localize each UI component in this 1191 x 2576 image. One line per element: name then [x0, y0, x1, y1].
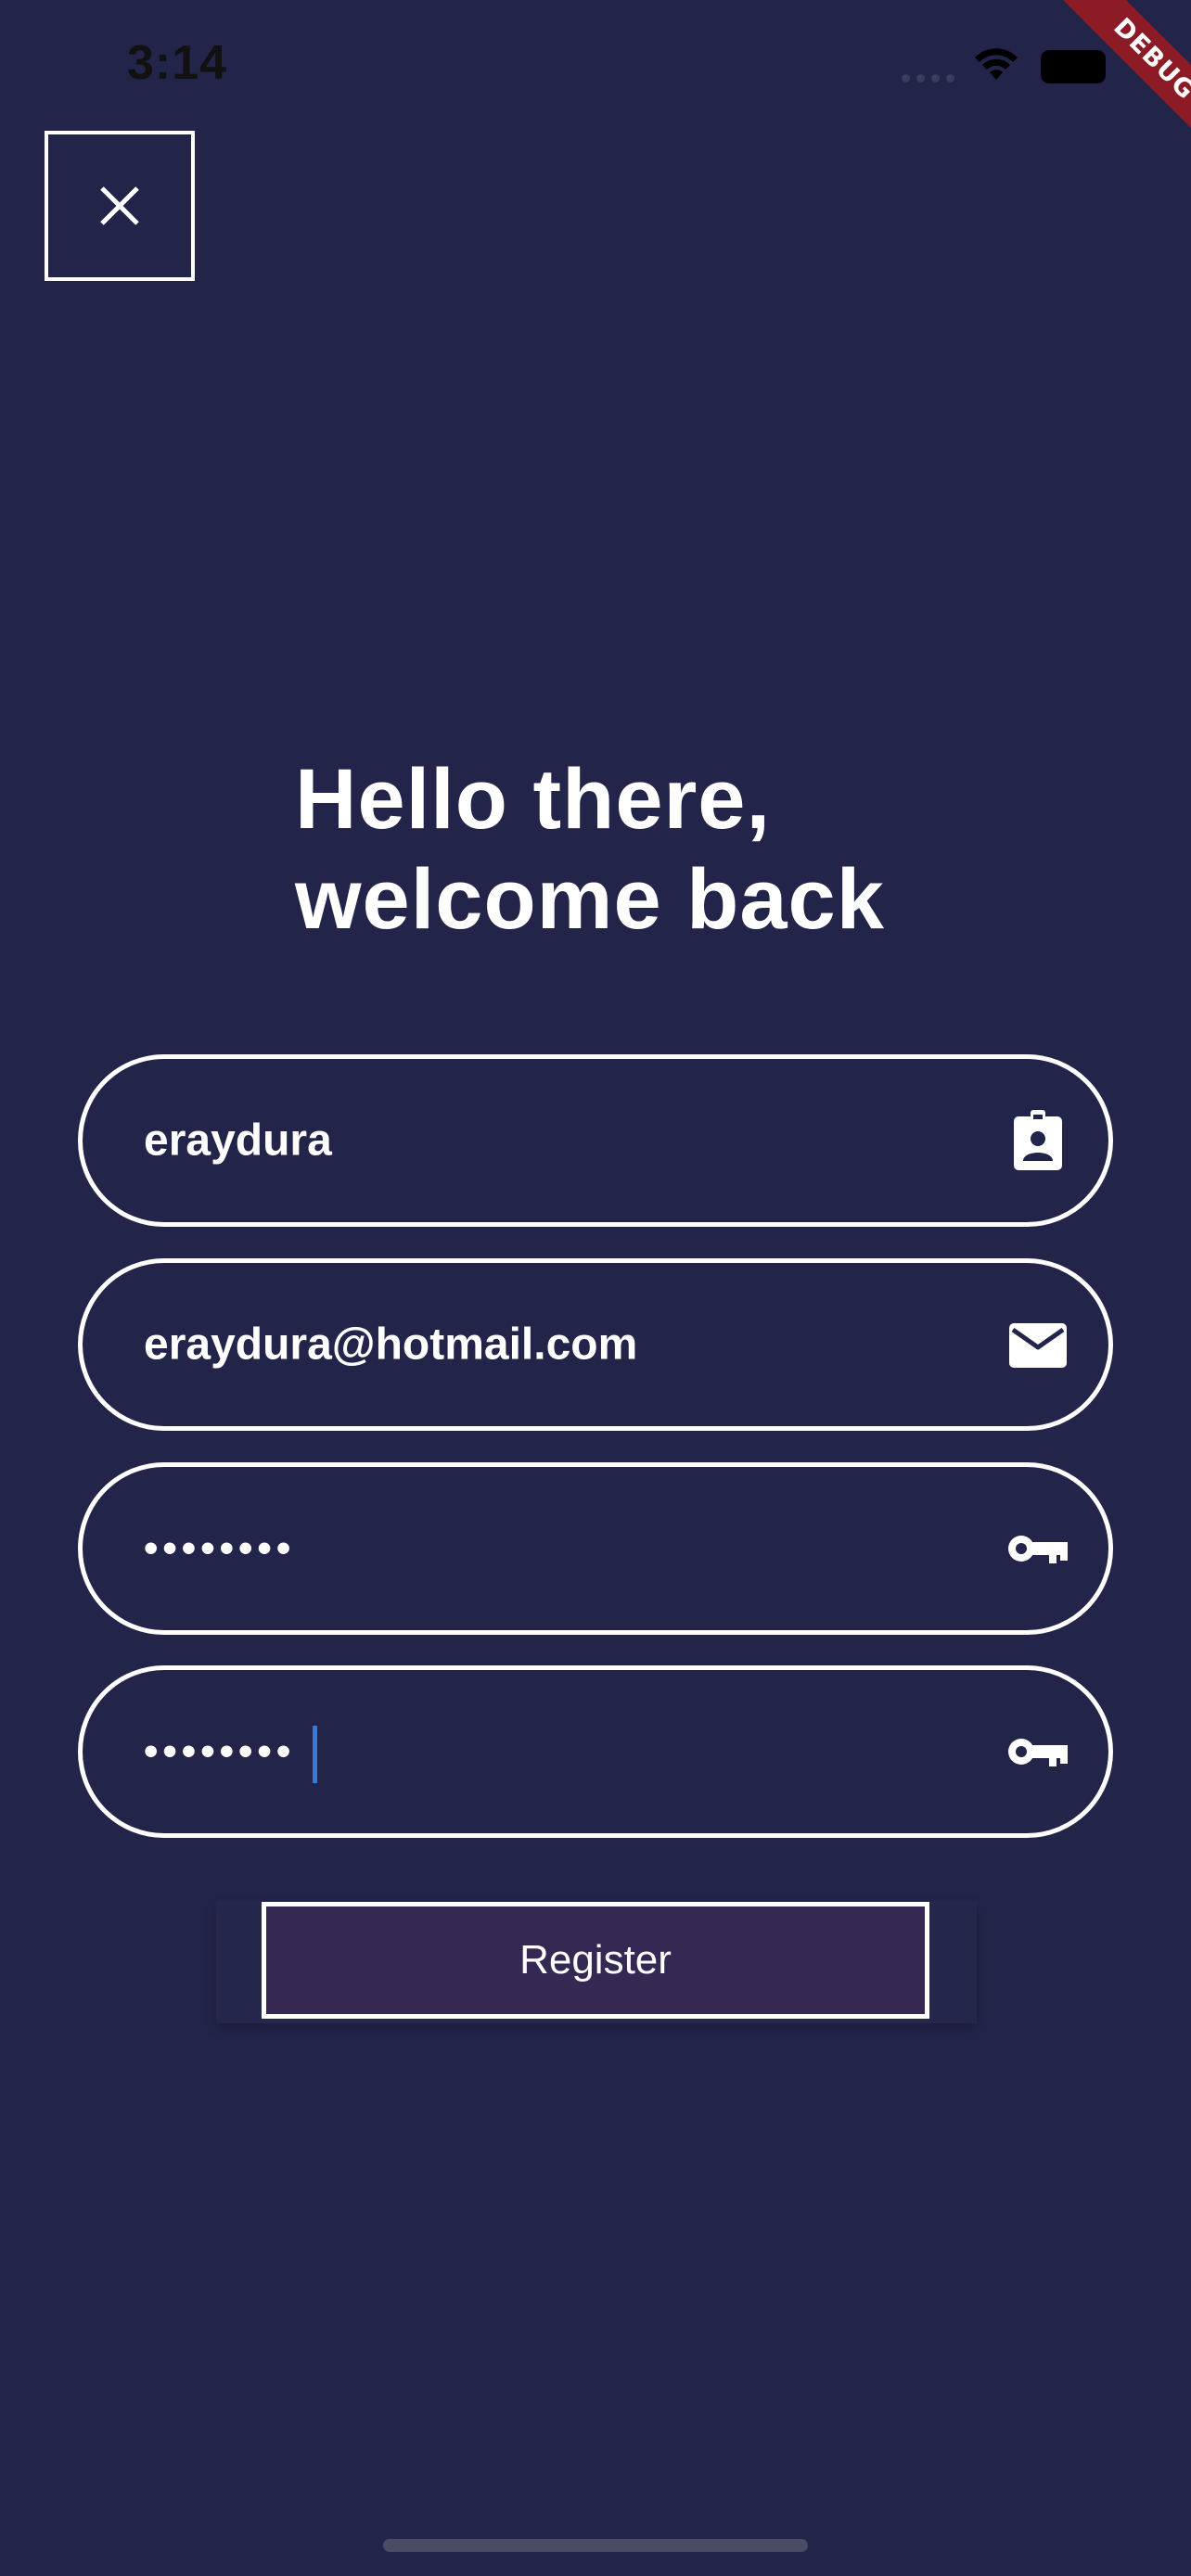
page-title: Hello there, welcome back — [295, 749, 885, 950]
status-bar-time: 3:14 — [127, 36, 228, 90]
headline-line-2: welcome back — [295, 852, 885, 947]
password-value: •••••••• — [144, 1525, 296, 1571]
register-button[interactable]: Register — [262, 1902, 929, 2019]
debug-banner: DEBUG — [987, 0, 1191, 204]
key-icon — [1008, 1739, 1068, 1766]
username-field[interactable]: eraydura — [78, 1054, 1113, 1227]
confirm-password-field[interactable]: •••••••• — [78, 1665, 1113, 1838]
cellular-signal-icon — [902, 74, 957, 83]
username-value: eraydura — [144, 1116, 332, 1166]
contact-badge-icon — [1014, 1110, 1062, 1170]
confirm-password-value: •••••••• — [144, 1728, 296, 1774]
debug-banner-label: DEBUG — [1032, 0, 1191, 181]
close-icon — [100, 186, 139, 225]
email-value: eraydura@hotmail.com — [144, 1320, 638, 1370]
home-indicator[interactable] — [383, 2539, 808, 2552]
headline-line-1: Hello there, — [295, 752, 772, 847]
mail-icon — [1009, 1323, 1067, 1368]
text-cursor — [313, 1726, 317, 1783]
email-field[interactable]: eraydura@hotmail.com — [78, 1258, 1113, 1431]
password-field[interactable]: •••••••• — [78, 1462, 1113, 1635]
key-icon — [1008, 1536, 1068, 1563]
close-button[interactable] — [45, 131, 195, 281]
